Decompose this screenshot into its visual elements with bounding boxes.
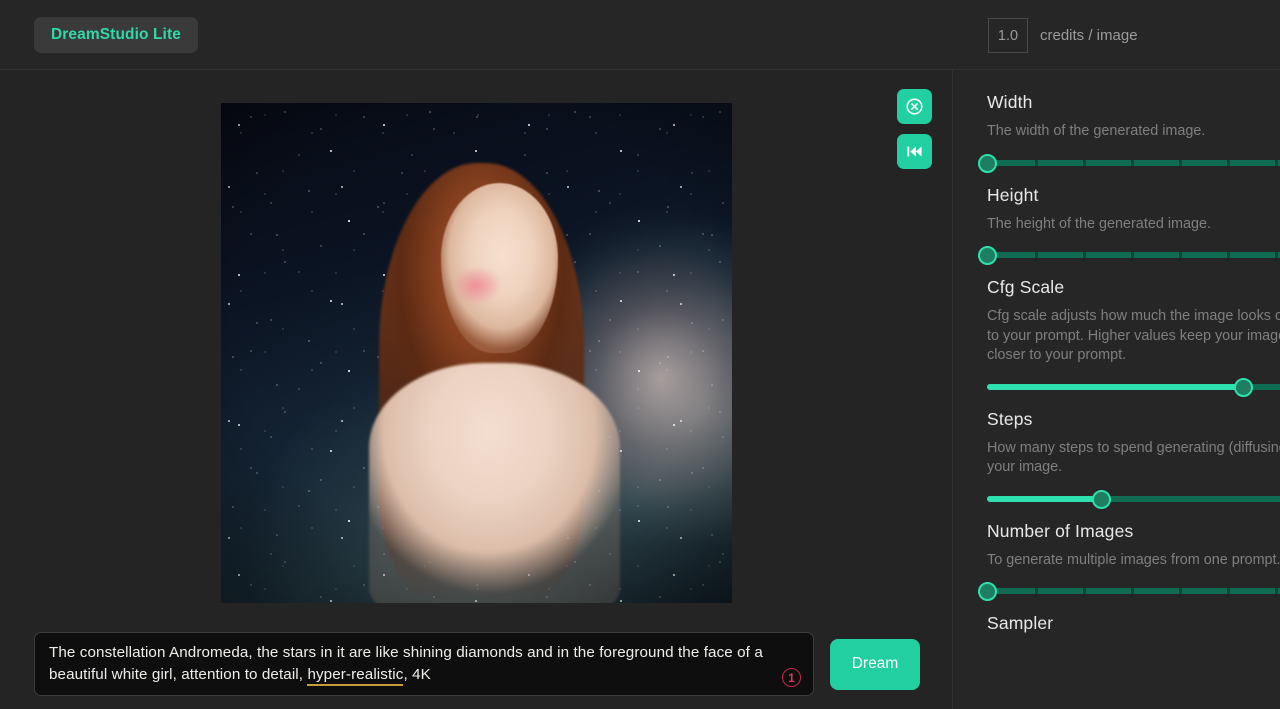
setting-height: Height The height of the generated image… [978,184,1280,265]
prompt-input[interactable]: The constellation Andromeda, the stars i… [34,632,814,696]
cfg-scale-slider[interactable] [987,377,1280,397]
slider-ticks [987,588,1280,594]
skip-back-icon [906,144,923,159]
prompt-text-part2: , 4K [403,666,431,683]
setting-description: Cfg scale adjusts how much the image loo… [987,308,1280,363]
slider-handle[interactable] [978,246,997,265]
credits-group: credits / image [988,18,1138,53]
number-of-images-slider[interactable] [978,582,1280,601]
setting-description: The width of the generated image. [987,123,1206,139]
circle-x-icon [905,97,924,116]
setting-title: Height [987,184,1039,205]
setting-title: Cfg Scale [987,277,1065,297]
setting-description: To generate multiple images from one pro… [987,551,1280,568]
app-logo-button[interactable]: DreamStudio Lite [34,16,198,53]
canvas-area: The constellation Andromeda, the stars i… [0,70,952,709]
reset-button[interactable] [897,134,932,169]
prompt-bar: The constellation Andromeda, the stars i… [34,628,920,700]
steps-slider[interactable] [987,489,1280,509]
setting-title: Sampler [987,613,1054,633]
dreamstudio-app: DreamStudio Lite credits / image [0,0,1280,709]
image-actions [897,89,932,169]
setting-steps: Steps How many steps to spend generating… [987,408,1280,509]
slider-handle[interactable] [1091,489,1111,509]
setting-description: The height of the generated image. [987,215,1212,232]
setting-cfg-scale: Cfg Scale Cfg scale adjusts how much the… [987,277,1280,397]
slider-fill [987,495,1101,502]
slider-handle[interactable] [978,153,997,173]
height-slider[interactable] [978,246,1280,265]
slider-ticks [987,252,1280,258]
settings-sidebar[interactable]: Width The width of the generated image. … [952,70,1280,709]
app-header: DreamStudio Lite credits / image [0,0,1280,70]
generated-image[interactable] [221,103,732,603]
credits-value-input[interactable] [988,18,1028,53]
setting-title: Width [987,92,1033,112]
prompt-text: The constellation Andromeda, the stars i… [49,642,799,686]
slider-ticks [987,159,1280,166]
cancel-button[interactable] [897,89,932,124]
setting-number-of-images: Number of Images To generate multiple im… [978,520,1280,601]
slider-handle[interactable] [978,582,997,601]
credits-label: credits / image [1040,27,1138,44]
setting-title: Steps [987,408,1033,429]
status-badge: 1 [782,668,801,687]
slider-handle[interactable] [1233,377,1253,397]
setting-title: Number of Images [987,520,1134,541]
setting-width: Width The width of the generated image. [978,92,1280,173]
image-vignette [221,103,732,603]
prompt-misspelled-word[interactable]: hyper-realistic [307,666,404,686]
slider-fill [987,383,1243,390]
width-slider[interactable] [978,153,1280,173]
setting-sampler: Sampler [987,613,1280,634]
setting-description: How many steps to spend generating (diff… [987,439,1280,476]
dream-button[interactable]: Dream [830,638,920,690]
